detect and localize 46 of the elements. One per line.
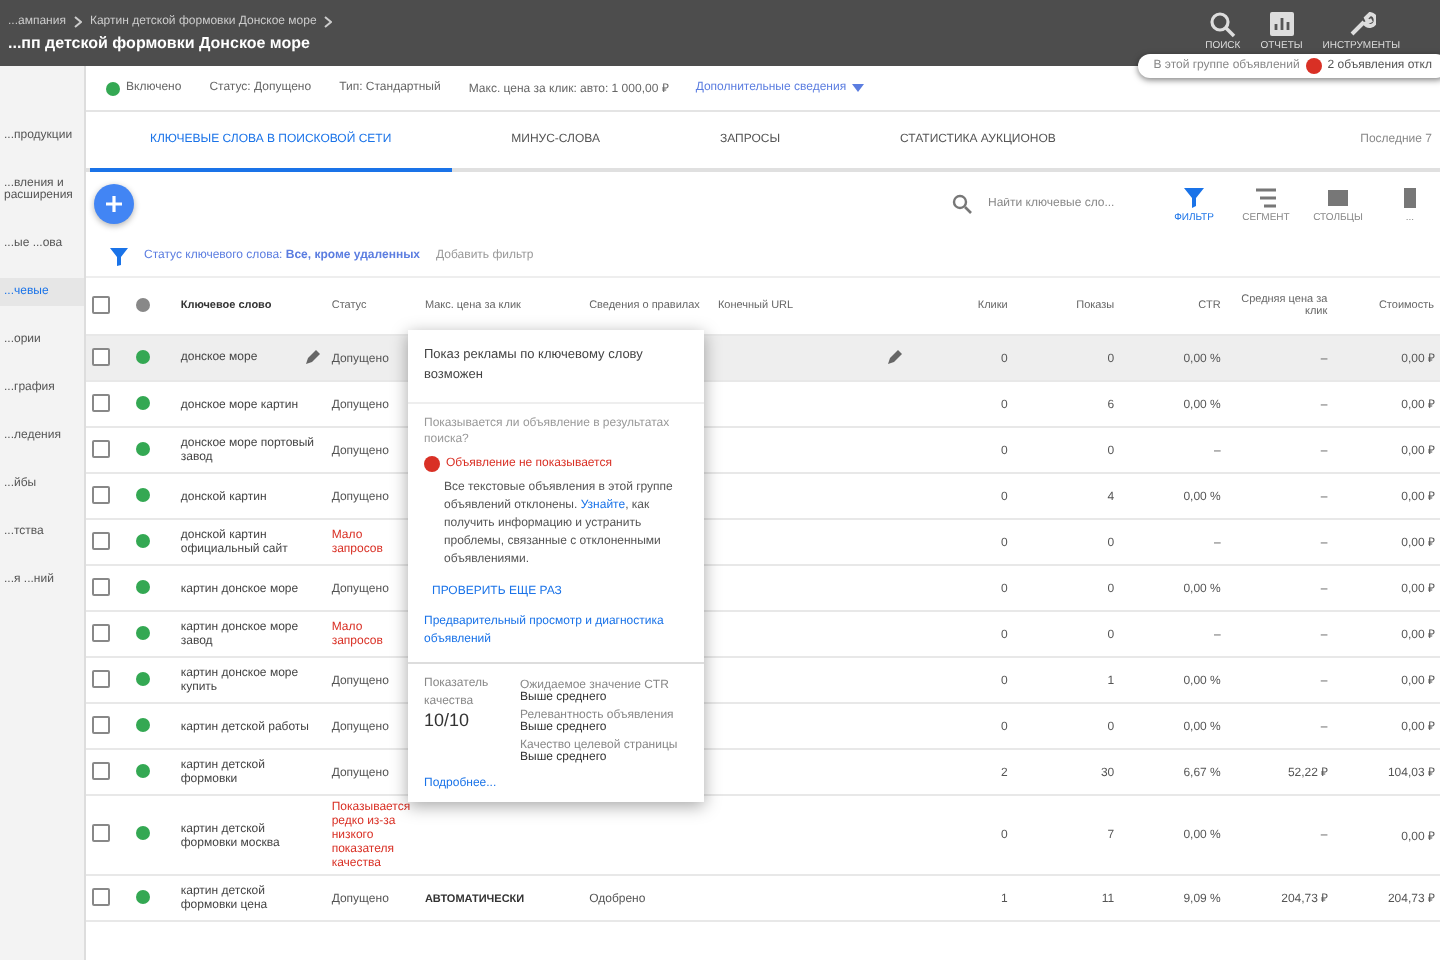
chevron-right-icon (73, 15, 82, 27)
checkbox[interactable] (92, 393, 110, 411)
filter-icon (1182, 185, 1206, 209)
checkbox[interactable] (92, 485, 110, 503)
checkbox[interactable] (92, 761, 110, 779)
status-dot-icon (136, 579, 151, 593)
pencil-icon (885, 350, 902, 366)
status-dot-icon (136, 717, 151, 731)
status-dot-icon (136, 533, 151, 547)
status-dot-icon (136, 487, 151, 501)
checkbox[interactable] (92, 531, 110, 549)
status-icon (106, 81, 120, 95)
error-dot-icon (424, 456, 440, 473)
columns-icon (1326, 185, 1350, 209)
checkbox[interactable] (92, 577, 110, 595)
status-dot-icon (136, 297, 151, 311)
checkbox[interactable] (92, 439, 110, 457)
wrench-icon (1347, 10, 1376, 38)
add-button[interactable] (94, 184, 134, 224)
checkbox[interactable] (92, 715, 110, 733)
pencil-icon (303, 350, 320, 366)
filter-icon (110, 247, 128, 265)
quality-score: 10/10 (424, 710, 472, 731)
status-dot-icon (136, 671, 151, 685)
chevron-right-icon (324, 15, 333, 27)
search-icon (952, 194, 972, 214)
checkbox[interactable] (92, 623, 110, 641)
page-title: ...пп детской формовки Донское море (8, 33, 312, 51)
status-dot-icon (136, 349, 151, 363)
checkbox[interactable] (92, 887, 110, 905)
status-dot-icon (136, 395, 151, 409)
status-dot-icon (136, 763, 151, 777)
status-dot-icon (136, 889, 151, 903)
lines-icon (1254, 185, 1278, 209)
status-dot-icon (136, 826, 151, 840)
search-icon (1208, 10, 1237, 38)
error-dot-icon (1305, 58, 1322, 74)
checkbox[interactable] (92, 824, 110, 842)
status-dot-icon (136, 625, 151, 639)
status-dot-icon (136, 441, 151, 455)
caret-icon (852, 84, 865, 92)
checkbox[interactable] (92, 347, 110, 365)
checkbox[interactable] (92, 295, 110, 313)
checkbox[interactable] (92, 669, 110, 687)
chart-icon (1267, 10, 1296, 38)
plus-icon (104, 194, 124, 214)
